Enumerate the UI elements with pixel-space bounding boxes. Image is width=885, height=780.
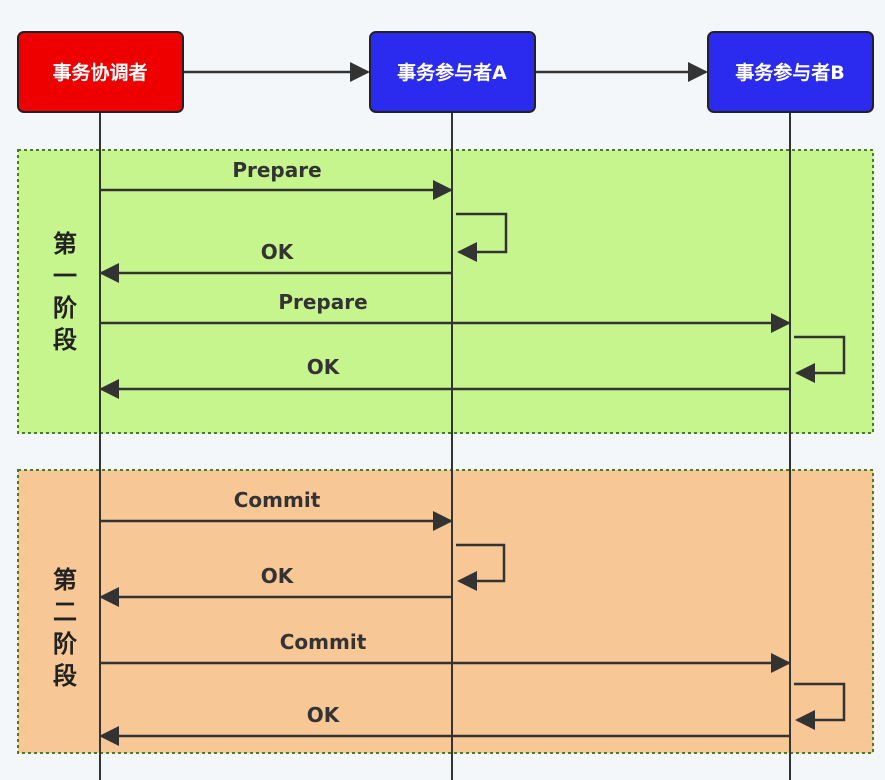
phase2-label-char: 二 bbox=[53, 598, 77, 626]
participant-b-label: 事务参与者B bbox=[735, 61, 844, 84]
phase1-label-char: 段 bbox=[53, 326, 77, 354]
coordinator-actor: 事务协调者 bbox=[17, 31, 184, 113]
ok-b-commit-label: OK bbox=[307, 703, 341, 727]
ok-a-commit-label: OK bbox=[261, 564, 295, 588]
participant-b-actor: 事务参与者B bbox=[707, 31, 874, 113]
phase2-label-char: 阶 bbox=[53, 630, 77, 658]
phase2-label-char: 段 bbox=[53, 662, 77, 690]
commit-a-label: Commit bbox=[234, 488, 321, 512]
phase2-region bbox=[17, 469, 874, 754]
phase2-label-char: 第 bbox=[53, 566, 77, 594]
phase1-region bbox=[17, 149, 874, 434]
ok-a-label: OK bbox=[261, 240, 295, 264]
participant-a-label: 事务参与者A bbox=[397, 61, 507, 84]
sequence-diagram: 事务协调者 事务参与者A 事务参与者B 第 一 阶 段 Prepare OK P… bbox=[0, 0, 885, 780]
phase1-label-char: 第 bbox=[53, 230, 77, 258]
phase1-label-char: 阶 bbox=[53, 294, 77, 322]
prepare-b-label: Prepare bbox=[278, 290, 367, 314]
commit-b-label: Commit bbox=[280, 630, 367, 654]
participant-a-actor: 事务参与者A bbox=[369, 31, 536, 113]
phase1-label-char: 一 bbox=[53, 262, 77, 290]
ok-b-label: OK bbox=[307, 355, 341, 379]
prepare-a-label: Prepare bbox=[232, 158, 321, 182]
coordinator-label: 事务协调者 bbox=[52, 61, 147, 84]
